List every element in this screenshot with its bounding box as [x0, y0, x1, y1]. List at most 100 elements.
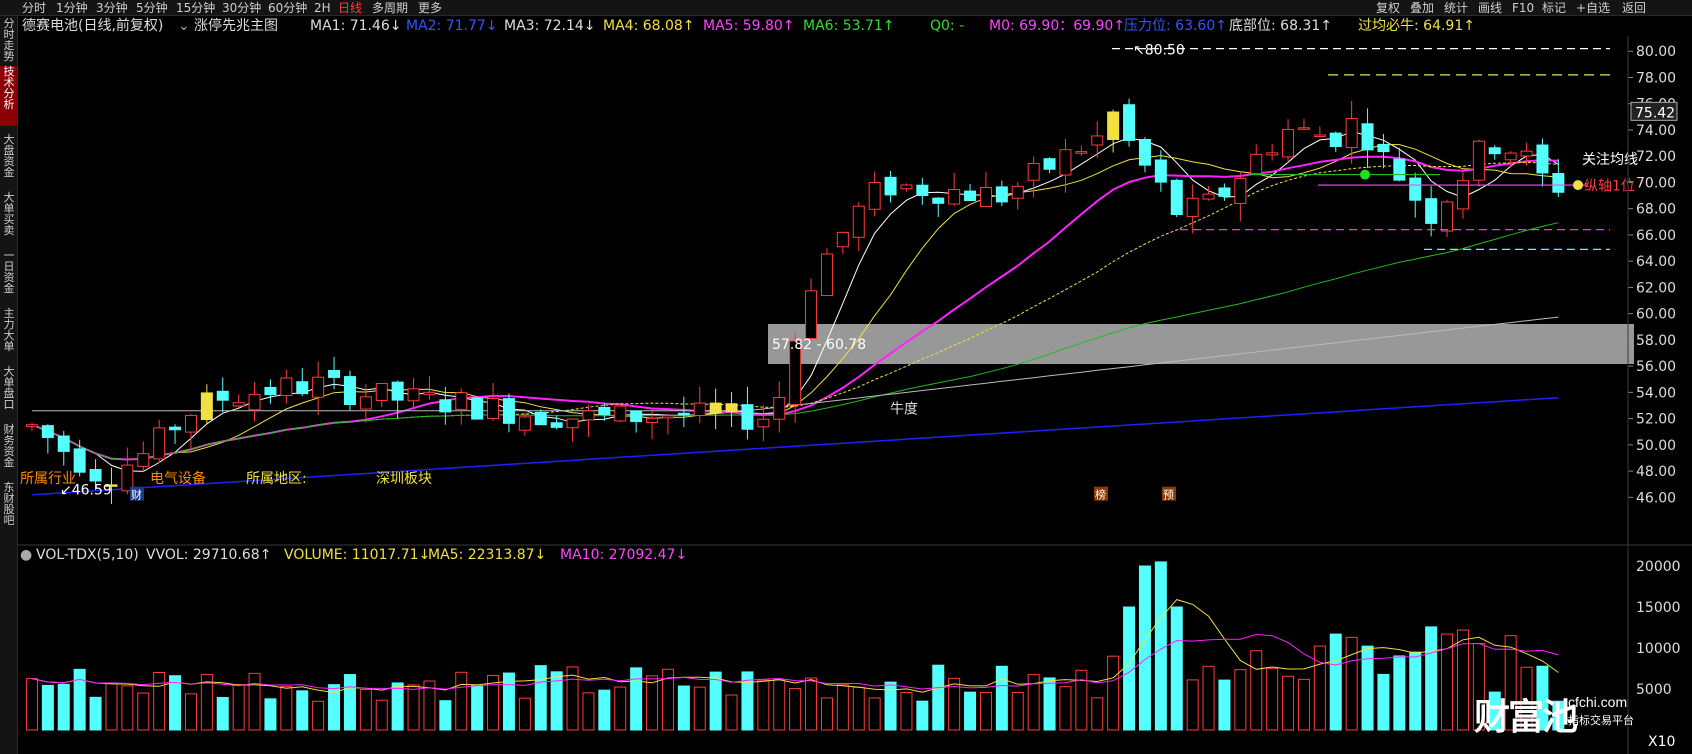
candle-body — [1059, 149, 1072, 176]
candle-body — [216, 390, 229, 401]
volume-bar — [932, 664, 945, 731]
btn-back[interactable]: 返回 — [1622, 0, 1646, 16]
candle-body — [1123, 104, 1136, 141]
volume-bar — [598, 689, 611, 731]
btn-biaoji[interactable]: 标记 — [1542, 0, 1566, 16]
volume-bar — [1011, 691, 1024, 731]
side-tab-dadan[interactable]: 大单买卖 — [0, 192, 18, 240]
tf-daily[interactable]: 日线 — [338, 0, 362, 16]
candle-body — [264, 386, 277, 396]
candle-body — [900, 184, 913, 190]
candle-body — [232, 402, 245, 407]
candle-body — [280, 377, 293, 397]
volume-bar — [1107, 655, 1120, 731]
side-tab-tech[interactable]: 技术分析 — [0, 66, 18, 126]
tf-15min[interactable]: 15分钟 — [176, 0, 215, 16]
moving-average-lines — [31, 130, 1559, 496]
side-tab-caiwu[interactable]: 财务资金 — [0, 424, 18, 472]
candle-body — [773, 397, 786, 420]
tf-60min[interactable]: 60分钟 — [268, 0, 307, 16]
candle-body — [1154, 159, 1167, 183]
volume-bar — [693, 686, 706, 731]
candle-body — [184, 414, 197, 433]
must-rise-value: 过均必牛: 64.91↑ — [1358, 18, 1475, 34]
region-value: 深圳板块 — [376, 471, 432, 487]
candle-body — [948, 189, 961, 205]
candle-body — [1027, 162, 1040, 181]
volume-bar — [979, 691, 992, 731]
candle-body — [153, 427, 166, 460]
volume-bar — [105, 682, 118, 731]
candle-body — [1409, 177, 1422, 201]
ma3-value: MA3: 72.14↓ — [504, 18, 596, 34]
gear-icon[interactable]: ● — [20, 545, 32, 565]
candle-body — [1091, 135, 1104, 146]
tf-3min[interactable]: 3分钟 — [96, 0, 128, 16]
timeframe-toolbar: 分时 1分钟 3分钟 5分钟 15分钟 30分钟 60分钟 2H 日线 多周期 … — [0, 0, 1692, 16]
gap-range-label: 57.82 - 60.78 — [772, 337, 866, 353]
tf-30min[interactable]: 30分钟 — [222, 0, 261, 16]
tf-5min[interactable]: 5分钟 — [136, 0, 168, 16]
volume-bar — [1393, 655, 1406, 731]
side-tab-zhuli[interactable]: 主力大单 — [0, 308, 18, 356]
signal-dot-yellow — [1573, 180, 1583, 191]
candle-body — [1107, 111, 1120, 140]
volume-bar — [1091, 697, 1104, 731]
btn-f10[interactable]: F10 — [1512, 0, 1534, 16]
side-tab-dapan[interactable]: 大盘资金 — [0, 134, 18, 182]
candle-body — [391, 381, 404, 401]
tf-fenshi[interactable]: 分时 — [22, 0, 46, 16]
volume-bar — [1377, 673, 1390, 731]
tf-multi[interactable]: 多周期 — [372, 0, 408, 16]
chart-canvas[interactable]: 80.0078.0076.0074.0072.0070.0068.0066.00… — [0, 0, 1692, 754]
side-tab-pankou[interactable]: 大单盘口 — [0, 366, 18, 414]
side-tab-guba[interactable]: 东财股吧 — [0, 482, 18, 530]
side-tab-fenshi[interactable]: 分时走势 — [0, 18, 18, 62]
btn-diejia[interactable]: 叠加 — [1410, 0, 1434, 16]
ma5-value: MA5: 59.80↑ — [703, 18, 795, 34]
chevron-icon[interactable]: ⌄ — [178, 16, 190, 36]
tf-2h[interactable]: 2H — [314, 0, 331, 16]
indicator-name[interactable]: 涨停先兆主图 — [194, 16, 278, 36]
ma6-value: MA6: 53.71↑ — [803, 18, 895, 34]
volume-bar — [41, 684, 54, 731]
candle-body — [916, 184, 929, 196]
brand-watermark: 财富池 — [1474, 696, 1578, 738]
vol-title[interactable]: VOL-TDX(5,10) — [36, 545, 139, 565]
btn-add-watch[interactable]: +自选 — [1576, 0, 1610, 16]
high-price-label: ↖80.50 — [1133, 43, 1185, 59]
candle-body — [1441, 201, 1454, 232]
volume-bar — [1409, 651, 1422, 731]
volume-bar — [518, 697, 531, 731]
candle-body — [359, 396, 372, 410]
candle-body — [41, 425, 54, 438]
price-tick-label: 46.00 — [1636, 490, 1676, 506]
btn-tongji[interactable]: 统计 — [1444, 0, 1468, 16]
btn-fuquan[interactable]: 复权 — [1376, 0, 1400, 16]
volume-bar — [471, 684, 484, 731]
volume-bars — [25, 561, 1565, 731]
vvol-value: VVOL: 29710.68↑ — [146, 547, 272, 563]
candle-body — [1075, 151, 1088, 154]
tf-more[interactable]: 更多 — [418, 0, 442, 16]
candle-body — [630, 410, 643, 423]
volume-bar — [820, 697, 833, 731]
side-tab-yiri[interactable]: 一日资金 — [0, 250, 18, 298]
candle-body — [1043, 158, 1056, 170]
candle-body — [1361, 123, 1374, 151]
stock-title[interactable]: 德赛电池(日线,前复权) — [22, 16, 163, 36]
volume-bar — [1266, 667, 1279, 731]
tf-1min[interactable]: 1分钟 — [56, 0, 88, 16]
volume-bar — [1313, 645, 1326, 731]
candle-body — [550, 422, 563, 428]
volume-bar — [137, 692, 150, 731]
candle-body — [1520, 150, 1533, 157]
vol-ma5-value: MA5: 22313.87↓ — [428, 547, 547, 563]
candle-body — [884, 176, 897, 196]
candle-body — [89, 468, 102, 482]
candle-body — [169, 426, 182, 431]
btn-huaxian[interactable]: 画线 — [1478, 0, 1502, 16]
candle-body — [725, 403, 738, 413]
volume-bar — [757, 679, 770, 731]
candle-body — [1425, 198, 1438, 224]
